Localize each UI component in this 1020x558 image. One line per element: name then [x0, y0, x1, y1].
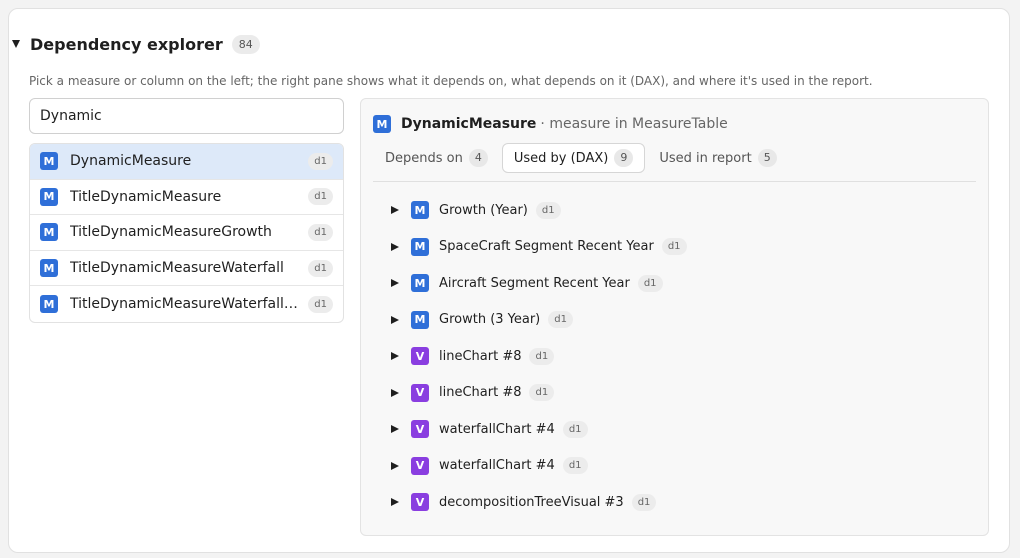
expand-caret-icon[interactable] — [391, 498, 399, 507]
measure-icon: M — [411, 201, 429, 220]
tag-badge: d1 — [308, 223, 333, 241]
expand-caret-icon[interactable] — [391, 425, 399, 434]
tab-count-badge: 5 — [757, 149, 777, 167]
tab-used-by-dax[interactable]: Used by (DAX) 9 — [501, 143, 646, 173]
tag-badge: d1 — [308, 259, 333, 277]
visual-icon: V — [411, 420, 429, 439]
detail-panel: M DynamicMeasure · measure in MeasureTab… — [360, 98, 989, 536]
tag-badge: d1 — [535, 201, 561, 219]
tab-label: Used in report — [659, 150, 752, 166]
tag-badge: d1 — [308, 188, 333, 206]
detail-title: DynamicMeasure — [401, 116, 537, 132]
tag-badge: d1 — [308, 295, 333, 313]
dependency-label: waterfallChart #4 — [439, 458, 555, 474]
measure-icon: M — [40, 223, 58, 242]
tag-badge: d1 — [529, 347, 555, 365]
tab-depends-on[interactable]: Depends on 4 — [373, 143, 500, 173]
list-item-label: DynamicMeasure — [70, 153, 192, 170]
tag-badge: d1 — [661, 238, 687, 256]
dependency-label: Aircraft Segment Recent Year — [439, 275, 630, 291]
visual-icon: V — [411, 493, 429, 512]
tab-count-badge: 9 — [614, 149, 634, 167]
list-item-label: TitleDynamicMeasure — [70, 188, 222, 205]
tag-badge: d1 — [308, 152, 333, 170]
dependency-list: M Growth (Year) d1 M SpaceCraft Segment … — [391, 192, 687, 521]
search-input[interactable] — [29, 98, 344, 134]
measure-list: M DynamicMeasure d1 M TitleDynamicMeasur… — [29, 143, 344, 323]
visual-icon: V — [411, 456, 429, 475]
dependency-label: SpaceCraft Segment Recent Year — [439, 239, 654, 255]
detail-header: M DynamicMeasure · measure in MeasureTab… — [373, 115, 728, 133]
dependency-label: lineChart #8 — [439, 348, 522, 364]
dependency-row[interactable]: M Growth (Year) d1 — [391, 192, 687, 229]
list-item[interactable]: M TitleDynamicMeasureWaterfall d1 — [30, 251, 343, 287]
dependency-row[interactable]: V lineChart #8 d1 — [391, 375, 687, 412]
list-item[interactable]: M TitleDynamicMeasureGrowth d1 — [30, 215, 343, 251]
visual-icon: V — [411, 383, 429, 402]
expand-caret-icon[interactable] — [391, 279, 399, 288]
section-title: Dependency explorer — [30, 34, 223, 54]
list-item[interactable]: M TitleDynamicMeasureWaterfallCa... d1 — [30, 286, 343, 322]
visual-icon: V — [411, 347, 429, 366]
detail-tabs: Depends on 4 Used by (DAX) 9 Used in rep… — [373, 143, 791, 173]
tab-count-badge: 4 — [468, 149, 488, 167]
list-item-label: TitleDynamicMeasureWaterfall — [70, 260, 284, 277]
dependency-row[interactable]: V waterfallChart #4 d1 — [391, 411, 687, 448]
expand-caret-icon[interactable] — [391, 388, 399, 397]
dependency-label: decompositionTreeVisual #3 — [439, 494, 624, 510]
list-item-label: TitleDynamicMeasureWaterfallCa... — [70, 296, 301, 313]
tag-badge: d1 — [562, 457, 588, 475]
tag-badge: d1 — [529, 384, 555, 402]
measure-icon: M — [411, 274, 429, 293]
expand-caret-icon[interactable] — [391, 315, 399, 324]
expand-caret-icon[interactable] — [391, 352, 399, 361]
dependency-row[interactable]: M SpaceCraft Segment Recent Year d1 — [391, 229, 687, 266]
measure-icon: M — [411, 237, 429, 256]
measure-icon: M — [40, 295, 58, 314]
tag-badge: d1 — [548, 311, 573, 329]
dependency-row[interactable]: V lineChart #8 d1 — [391, 338, 687, 375]
tab-used-in-report[interactable]: Used in report 5 — [647, 143, 788, 173]
dependency-label: lineChart #8 — [439, 385, 522, 401]
dependency-row[interactable]: M Growth (3 Year) d1 — [391, 302, 687, 339]
measure-icon: M — [373, 115, 391, 133]
tag-badge: d1 — [637, 274, 663, 292]
dependency-row[interactable]: V decompositionTreeVisual #3 d1 — [391, 484, 687, 521]
list-item[interactable]: M DynamicMeasure d1 — [30, 144, 343, 180]
list-item[interactable]: M TitleDynamicMeasure d1 — [30, 180, 343, 216]
tag-badge: d1 — [562, 420, 588, 438]
count-badge: 84 — [231, 34, 260, 54]
dependency-label: Growth (3 Year) — [439, 312, 541, 328]
section-header[interactable]: Dependency explorer 84 — [10, 33, 260, 55]
tab-label: Used by (DAX) — [513, 150, 609, 166]
list-item-label: TitleDynamicMeasureGrowth — [70, 224, 272, 241]
collapse-caret-icon[interactable] — [12, 40, 20, 48]
expand-caret-icon[interactable] — [391, 242, 399, 251]
dependency-label: Growth (Year) — [439, 202, 528, 218]
tabs-divider — [373, 181, 976, 182]
expand-caret-icon[interactable] — [391, 206, 399, 215]
dependency-row[interactable]: V waterfallChart #4 d1 — [391, 448, 687, 485]
measure-icon: M — [40, 259, 58, 278]
expand-caret-icon[interactable] — [391, 461, 399, 470]
dependency-row[interactable]: M Aircraft Segment Recent Year d1 — [391, 265, 687, 302]
description-text: Pick a measure or column on the left; th… — [29, 74, 873, 88]
measure-icon: M — [40, 187, 58, 206]
tag-badge: d1 — [631, 493, 657, 511]
detail-subtitle: · measure in MeasureTable — [540, 116, 728, 132]
dependency-label: waterfallChart #4 — [439, 421, 555, 437]
measure-icon: M — [411, 310, 429, 329]
measure-icon: M — [40, 152, 58, 171]
tab-label: Depends on — [385, 150, 463, 166]
